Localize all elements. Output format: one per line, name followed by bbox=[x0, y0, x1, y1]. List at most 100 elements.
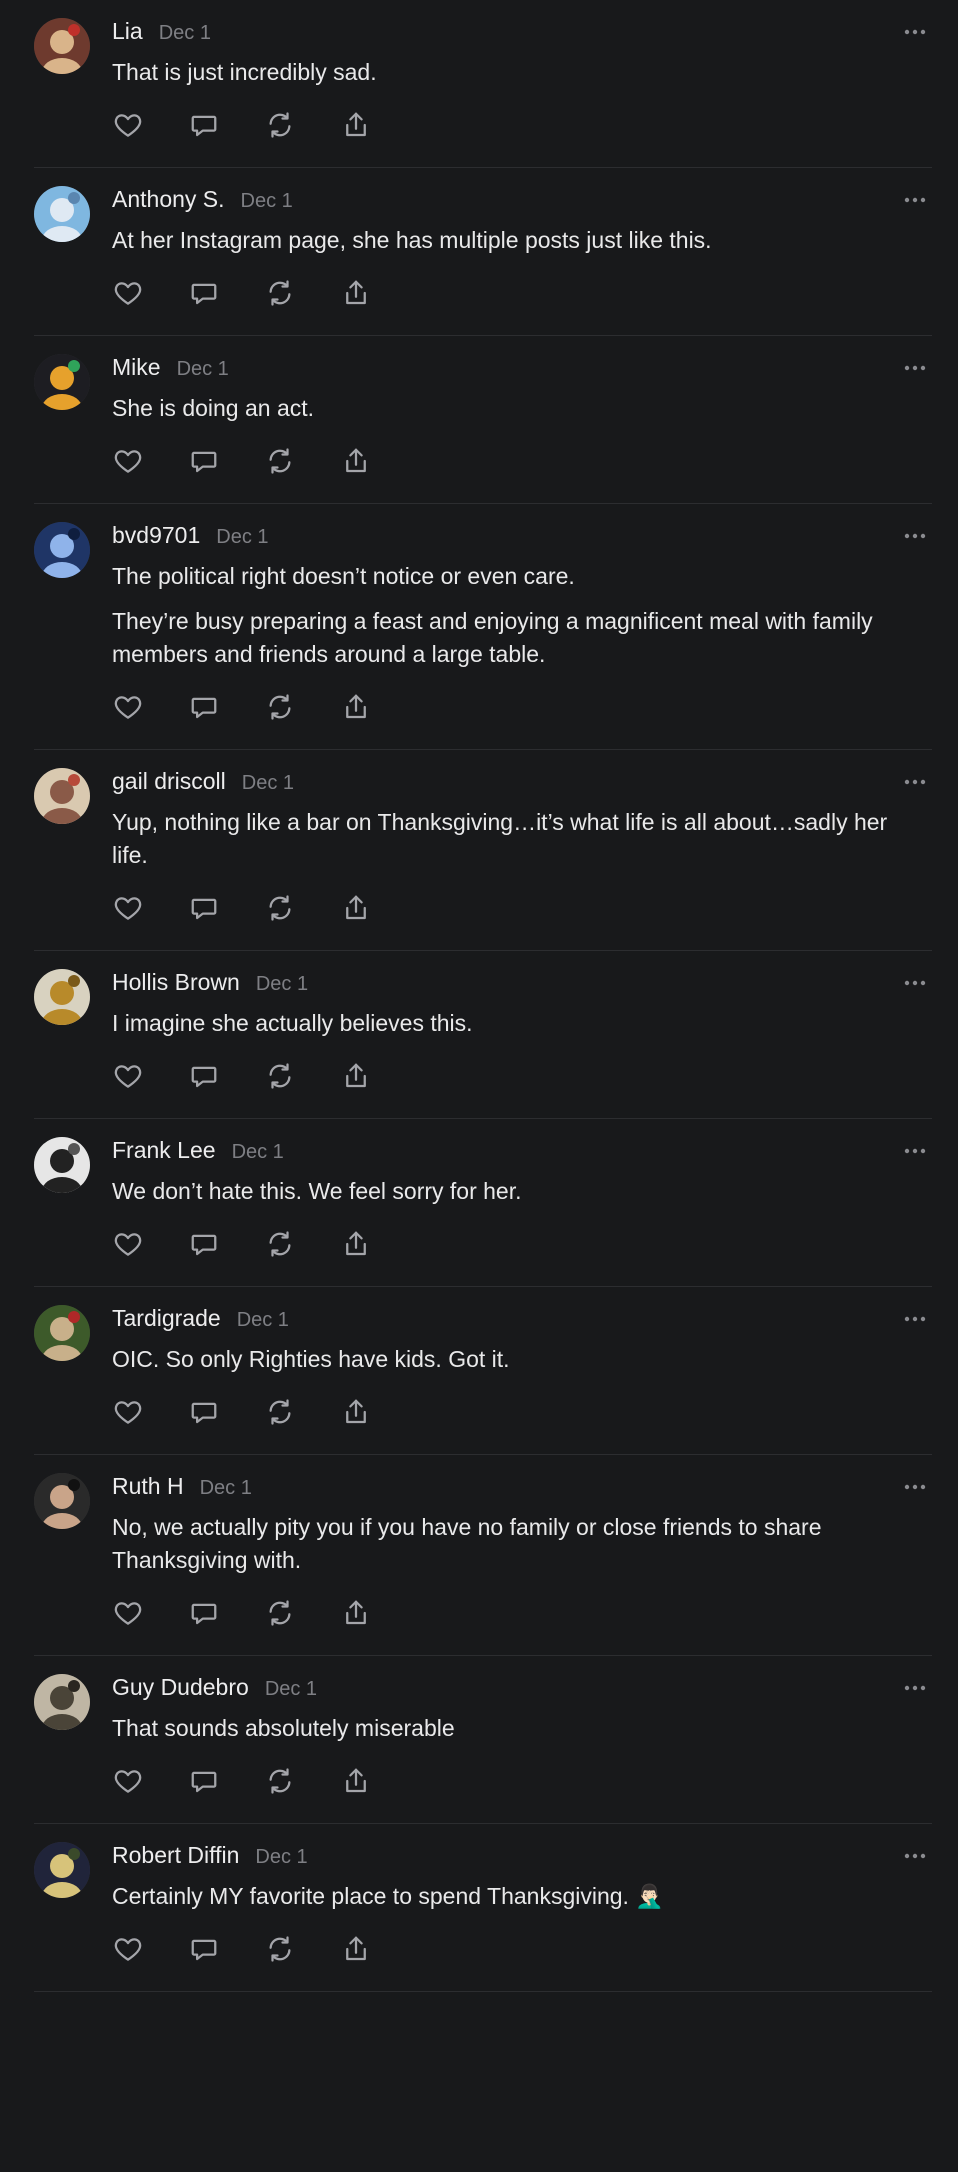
share-button[interactable] bbox=[340, 1062, 372, 1094]
avatar[interactable] bbox=[34, 354, 90, 410]
reply-button[interactable] bbox=[188, 1935, 220, 1967]
share-button[interactable] bbox=[340, 1935, 372, 1967]
avatar[interactable] bbox=[34, 1842, 90, 1898]
heart-icon bbox=[113, 1061, 143, 1096]
comment-date[interactable]: Dec 1 bbox=[200, 1477, 252, 1500]
author-name[interactable]: Robert Diffin bbox=[112, 1842, 239, 1869]
restack-button[interactable] bbox=[264, 1935, 296, 1967]
more-options-button[interactable] bbox=[898, 1301, 932, 1335]
more-options-button[interactable] bbox=[898, 518, 932, 552]
more-options-button[interactable] bbox=[898, 764, 932, 798]
reply-button[interactable] bbox=[188, 894, 220, 926]
author-name[interactable]: Hollis Brown bbox=[112, 969, 240, 996]
restack-button[interactable] bbox=[264, 1398, 296, 1430]
reply-button[interactable] bbox=[188, 111, 220, 143]
avatar[interactable] bbox=[34, 186, 90, 242]
author-name[interactable]: gail driscoll bbox=[112, 768, 226, 795]
like-button[interactable] bbox=[112, 279, 144, 311]
restack-button[interactable] bbox=[264, 447, 296, 479]
reply-button[interactable] bbox=[188, 1599, 220, 1631]
avatar[interactable] bbox=[34, 1305, 90, 1361]
action-bar bbox=[112, 1767, 912, 1799]
share-button[interactable] bbox=[340, 1599, 372, 1631]
author-name[interactable]: Anthony S. bbox=[112, 186, 225, 213]
comment-header: Mike Dec 1 bbox=[112, 354, 912, 386]
comment-date[interactable]: Dec 1 bbox=[232, 1141, 284, 1164]
share-button[interactable] bbox=[340, 279, 372, 311]
avatar[interactable] bbox=[34, 969, 90, 1025]
reply-button[interactable] bbox=[188, 1062, 220, 1094]
comment-date[interactable]: Dec 1 bbox=[237, 1309, 289, 1332]
like-button[interactable] bbox=[112, 1935, 144, 1967]
restack-button[interactable] bbox=[264, 279, 296, 311]
comment-date[interactable]: Dec 1 bbox=[242, 772, 294, 795]
reply-button[interactable] bbox=[188, 1767, 220, 1799]
restack-button[interactable] bbox=[264, 1599, 296, 1631]
comment-date[interactable]: Dec 1 bbox=[216, 526, 268, 549]
like-button[interactable] bbox=[112, 1767, 144, 1799]
comment-date[interactable]: Dec 1 bbox=[255, 1846, 307, 1869]
avatar[interactable] bbox=[34, 522, 90, 578]
share-icon bbox=[341, 278, 371, 313]
like-button[interactable] bbox=[112, 1062, 144, 1094]
reply-button[interactable] bbox=[188, 693, 220, 725]
comment-date[interactable]: Dec 1 bbox=[159, 22, 211, 45]
author-name[interactable]: Mike bbox=[112, 354, 161, 381]
share-button[interactable] bbox=[340, 1230, 372, 1262]
like-button[interactable] bbox=[112, 1599, 144, 1631]
like-button[interactable] bbox=[112, 111, 144, 143]
share-button[interactable] bbox=[340, 111, 372, 143]
share-button[interactable] bbox=[340, 1767, 372, 1799]
more-options-button[interactable] bbox=[898, 1469, 932, 1503]
author-name[interactable]: Lia bbox=[112, 18, 143, 45]
comment-date[interactable]: Dec 1 bbox=[241, 190, 293, 213]
comment-date[interactable]: Dec 1 bbox=[177, 358, 229, 381]
heart-icon bbox=[113, 278, 143, 313]
more-options-button[interactable] bbox=[898, 350, 932, 384]
avatar[interactable] bbox=[34, 18, 90, 74]
avatar[interactable] bbox=[34, 1674, 90, 1730]
more-options-button[interactable] bbox=[898, 965, 932, 999]
avatar[interactable] bbox=[34, 1473, 90, 1529]
author-name[interactable]: Ruth H bbox=[112, 1473, 184, 1500]
reply-button[interactable] bbox=[188, 279, 220, 311]
comment-header: Guy Dudebro Dec 1 bbox=[112, 1674, 912, 1706]
share-button[interactable] bbox=[340, 894, 372, 926]
restack-button[interactable] bbox=[264, 1062, 296, 1094]
restack-button[interactable] bbox=[264, 1230, 296, 1262]
reply-button[interactable] bbox=[188, 1230, 220, 1262]
comment-1: Lia Dec 1 That is just incredibly sad. bbox=[34, 0, 932, 168]
like-button[interactable] bbox=[112, 1398, 144, 1430]
repost-icon bbox=[265, 1934, 295, 1969]
share-button[interactable] bbox=[340, 1398, 372, 1430]
author-name[interactable]: Tardigrade bbox=[112, 1305, 221, 1332]
comment-body: She is doing an act. bbox=[112, 392, 912, 425]
more-options-button[interactable] bbox=[898, 14, 932, 48]
restack-button[interactable] bbox=[264, 894, 296, 926]
share-button[interactable] bbox=[340, 693, 372, 725]
more-options-button[interactable] bbox=[898, 1133, 932, 1167]
author-name[interactable]: Guy Dudebro bbox=[112, 1674, 249, 1701]
share-button[interactable] bbox=[340, 447, 372, 479]
comment-date[interactable]: Dec 1 bbox=[265, 1678, 317, 1701]
more-options-button[interactable] bbox=[898, 1838, 932, 1872]
reply-button[interactable] bbox=[188, 447, 220, 479]
like-button[interactable] bbox=[112, 894, 144, 926]
more-options-button[interactable] bbox=[898, 182, 932, 216]
avatar[interactable] bbox=[34, 1137, 90, 1193]
comment-9: Ruth H Dec 1 No, we actually pity you if… bbox=[34, 1455, 932, 1656]
more-options-button[interactable] bbox=[898, 1670, 932, 1704]
restack-button[interactable] bbox=[264, 1767, 296, 1799]
restack-button[interactable] bbox=[264, 693, 296, 725]
like-button[interactable] bbox=[112, 693, 144, 725]
like-button[interactable] bbox=[112, 447, 144, 479]
author-name[interactable]: bvd9701 bbox=[112, 522, 200, 549]
action-bar bbox=[112, 1935, 912, 1967]
reply-button[interactable] bbox=[188, 1398, 220, 1430]
avatar[interactable] bbox=[34, 768, 90, 824]
like-button[interactable] bbox=[112, 1230, 144, 1262]
author-name[interactable]: Frank Lee bbox=[112, 1137, 216, 1164]
comment-date[interactable]: Dec 1 bbox=[256, 973, 308, 996]
restack-button[interactable] bbox=[264, 111, 296, 143]
action-bar bbox=[112, 279, 912, 311]
